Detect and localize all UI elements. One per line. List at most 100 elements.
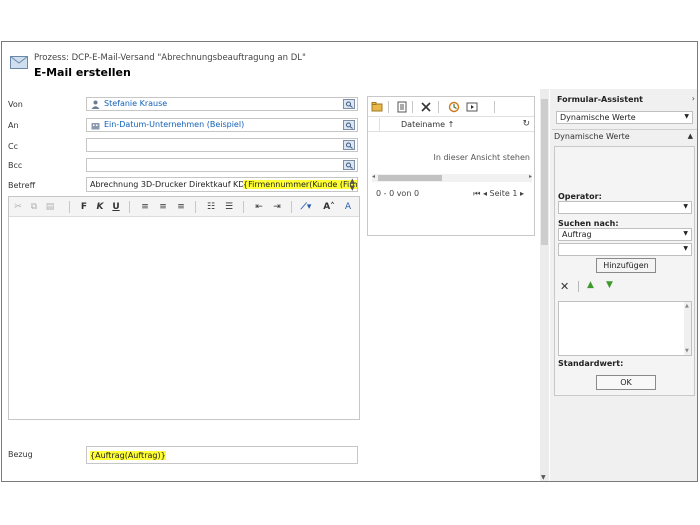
bcc-field[interactable] — [86, 158, 358, 172]
envelope-icon — [10, 56, 28, 69]
ok-button[interactable]: OK — [596, 375, 656, 390]
scroll-right-icon[interactable]: ▸ — [529, 173, 532, 180]
move-up-icon[interactable]: ▲ — [587, 280, 594, 290]
select-column[interactable] — [379, 118, 380, 132]
to-label: An — [8, 121, 19, 130]
page-label: Seite 1 — [489, 189, 518, 198]
font-size-button[interactable]: A˄ — [321, 201, 337, 213]
section-header[interactable]: Dynamische Werte ▲ — [552, 129, 697, 143]
record-count: 0 - 0 von 0 — [376, 189, 420, 198]
account-icon — [91, 123, 100, 130]
subject-label: Betreff — [8, 181, 36, 190]
user-icon — [91, 100, 100, 109]
lookup-icon[interactable] — [343, 160, 355, 170]
toolbar-divider — [438, 101, 439, 113]
workflow-icon[interactable] — [448, 101, 460, 113]
first-page-icon[interactable]: ⏮ — [473, 189, 480, 198]
subject-placeholder-token[interactable]: {Firmennummer(Kunde (Firma — [243, 180, 357, 189]
page-title: E-Mail erstellen — [34, 66, 131, 79]
search-label: Suchen nach: — [558, 219, 619, 228]
paste-icon[interactable]: ▤ — [45, 201, 55, 213]
scroll-thumb[interactable] — [541, 99, 548, 245]
toolbar-divider — [291, 201, 292, 213]
from-field[interactable]: Stefanie Krause — [86, 97, 358, 111]
grid-empty-message: In dieser Ansicht stehen — [433, 153, 531, 162]
copy-icon[interactable]: ⧉ — [29, 201, 39, 213]
lookup-icon[interactable] — [343, 140, 355, 150]
bcc-label: Bcc — [8, 161, 23, 170]
lookup-icon[interactable] — [343, 120, 355, 130]
chevron-down-icon: ▼ — [684, 113, 689, 120]
scroll-down-icon[interactable]: ▼ — [541, 474, 546, 481]
font-color-button[interactable]: A — [343, 201, 353, 213]
highlight-color-icon[interactable]: ⟋▾ — [299, 201, 313, 213]
search-entity-dropdown[interactable]: Auftrag ▼ — [558, 228, 692, 241]
move-down-icon[interactable]: ▼ — [606, 280, 613, 290]
form-assistant-panel: Formular-Assistent › Dynamische Werte ▼ … — [550, 89, 697, 481]
email-form-window: Prozess: DCP-E-Mail-Versand "Abrechnungs… — [1, 41, 698, 482]
scroll-up-icon[interactable]: ▲ — [685, 303, 689, 309]
attachments-grid: Dateiname ↑ ↻ In dieser Ansicht stehen ◂… — [367, 96, 535, 236]
document-icon[interactable] — [396, 101, 408, 113]
selected-values-list[interactable]: ▲ ▼ — [558, 301, 692, 356]
bullet-list-icon[interactable]: ☰ — [223, 201, 235, 213]
chevron-down-icon: ▼ — [683, 203, 688, 210]
regarding-field[interactable]: {Auftrag(Auftrag)} — [86, 446, 358, 464]
toolbar-divider — [494, 101, 495, 113]
add-button[interactable]: Hinzufügen — [596, 258, 656, 273]
align-center-icon[interactable]: ≡ — [157, 201, 169, 213]
align-left-icon[interactable]: ≡ — [139, 201, 151, 213]
to-value[interactable]: Ein-Datum-Unternehmen (Beispiel) — [104, 120, 244, 129]
from-label: Von — [8, 100, 23, 109]
search-field-dropdown[interactable]: ▼ — [558, 243, 692, 256]
scroll-down-icon[interactable]: ▼ — [685, 348, 689, 354]
dropdown-value: Dynamische Werte — [560, 113, 636, 122]
from-value[interactable]: Stefanie Krause — [104, 99, 167, 108]
cc-field[interactable] — [86, 138, 358, 152]
prev-page-icon[interactable]: ◂ — [483, 189, 487, 198]
cut-icon[interactable]: ✂ — [13, 201, 23, 213]
scroll-left-icon[interactable]: ◂ — [372, 173, 375, 180]
to-field[interactable]: Ein-Datum-Unternehmen (Beispiel) — [86, 118, 358, 132]
operator-dropdown[interactable]: ▼ — [558, 201, 692, 214]
collapse-panel-icon[interactable]: › — [692, 94, 695, 103]
remove-icon[interactable]: ✕ — [560, 280, 569, 293]
list-scrollbar[interactable]: ▲ ▼ — [684, 302, 691, 355]
process-line: Prozess: DCP-E-Mail-Versand "Abrechnungs… — [34, 53, 306, 63]
next-page-icon[interactable]: ▸ — [520, 189, 524, 198]
regarding-label: Bezug — [8, 450, 33, 459]
underline-button[interactable]: U — [111, 201, 121, 213]
indent-icon[interactable]: ⇥ — [271, 201, 283, 213]
grid-horizontal-scrollbar[interactable]: ◂ ▸ — [372, 173, 532, 182]
refresh-icon[interactable]: ↻ — [522, 119, 530, 129]
section-label: Dynamische Werte — [554, 132, 630, 141]
italic-button[interactable]: K — [95, 201, 105, 213]
scroll-thumb[interactable] — [378, 175, 442, 181]
toolbar-divider — [578, 281, 579, 292]
subject-scroll-arrows[interactable]: ▲ ▼ — [350, 178, 355, 191]
toolbar-divider — [195, 201, 196, 213]
lookup-icon[interactable] — [343, 99, 355, 109]
cc-label: Cc — [8, 142, 18, 151]
filename-column-header[interactable]: Dateiname ↑ — [401, 120, 454, 129]
outdent-icon[interactable]: ⇤ — [253, 201, 265, 213]
collapse-section-icon[interactable]: ▲ — [688, 132, 693, 140]
align-right-icon[interactable]: ≡ — [175, 201, 187, 213]
form-vertical-scrollbar[interactable]: ▼ — [540, 89, 549, 481]
subject-field[interactable]: Abrechnung 3D-Drucker Direktkauf KD-Nr. … — [86, 177, 358, 192]
page-navigation: ⏮ ◂ Seite 1 ▸ — [473, 189, 524, 199]
toolbar-divider — [69, 201, 70, 213]
editor-toolbar: ✂ ⧉ ▤ F K U ≡ ≡ ≡ ☷ ☰ ⇤ ⇥ ⟋▾ A˄ A — [9, 197, 359, 217]
chevron-down-icon: ▼ — [683, 245, 688, 252]
default-value-label: Standardwert: — [558, 359, 624, 368]
regarding-value[interactable]: {Auftrag(Auftrag)} — [90, 451, 166, 460]
assistant-mode-dropdown[interactable]: Dynamische Werte ▼ — [556, 111, 693, 124]
delete-icon[interactable] — [420, 101, 432, 113]
toolbar-divider — [243, 201, 244, 213]
add-attachment-icon[interactable] — [371, 101, 383, 113]
run-report-icon[interactable] — [466, 101, 478, 113]
bold-button[interactable]: F — [79, 201, 89, 213]
toolbar-divider — [129, 201, 130, 213]
email-body-editor[interactable]: ✂ ⧉ ▤ F K U ≡ ≡ ≡ ☷ ☰ ⇤ ⇥ ⟋▾ A˄ A — [8, 196, 360, 420]
numbered-list-icon[interactable]: ☷ — [205, 201, 217, 213]
